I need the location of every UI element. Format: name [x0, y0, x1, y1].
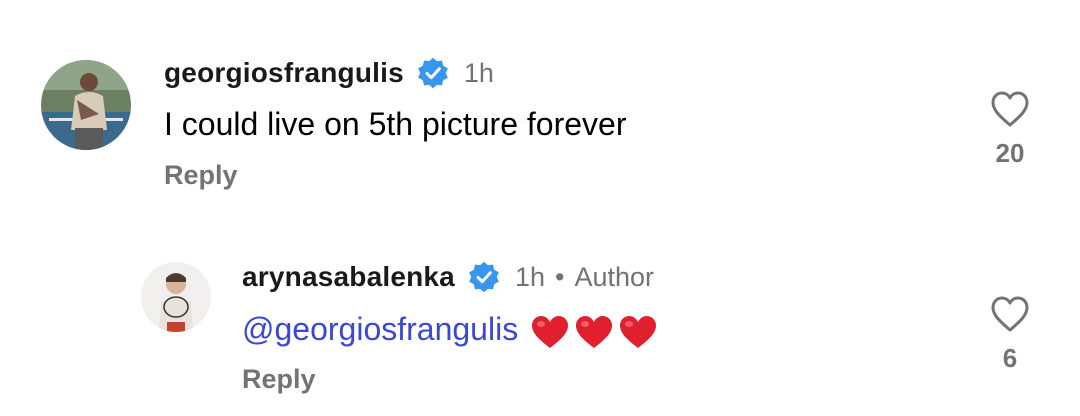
like-count: 20	[995, 138, 1025, 168]
user-avatar-icon	[41, 60, 131, 150]
verified-badge-icon	[418, 57, 448, 89]
heart-outline-icon[interactable]	[990, 295, 1030, 333]
verified-badge-icon	[469, 261, 499, 293]
author-label: Author	[574, 261, 654, 292]
red-heart-icon	[532, 315, 569, 348]
red-heart-icon	[620, 315, 657, 348]
like-control: 6	[980, 295, 1040, 374]
heart-emojis	[530, 314, 658, 350]
timestamp: 1h	[514, 261, 545, 292]
reply-button[interactable]: Reply	[242, 364, 316, 395]
username[interactable]: arynasabalenka	[242, 261, 455, 293]
like-count: 6	[1002, 343, 1018, 373]
username[interactable]: georgiosfrangulis	[164, 57, 404, 89]
heart-outline-icon[interactable]	[990, 90, 1030, 128]
comment-text: I could live on 5th picture forever	[164, 106, 627, 142]
avatar[interactable]	[141, 262, 211, 332]
avatar[interactable]	[41, 60, 131, 150]
user-avatar-icon	[141, 262, 211, 332]
comment-text: @georgiosfrangulis	[242, 311, 658, 350]
reply-button[interactable]: Reply	[164, 160, 238, 191]
separator-dot: •	[554, 261, 565, 292]
like-control: 20	[980, 90, 1040, 169]
comment-header: georgiosfrangulis 1h	[164, 52, 494, 94]
timestamp: 1h	[463, 57, 494, 88]
mention-link[interactable]: @georgiosfrangulis	[242, 311, 518, 347]
red-heart-icon	[576, 315, 613, 348]
comment-header: arynasabalenka 1h • Author	[242, 256, 654, 298]
